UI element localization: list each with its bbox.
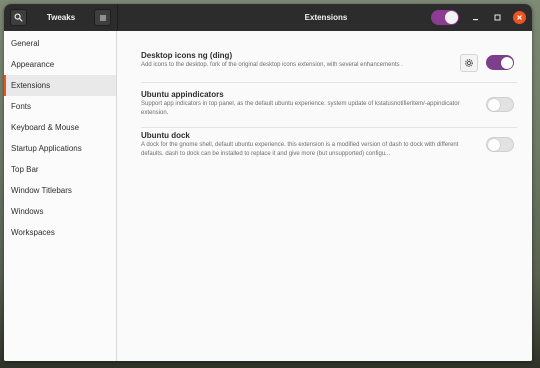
sidebar-item-startup-applications[interactable]: Startup Applications <box>4 138 116 159</box>
sidebar-item-top-bar[interactable]: Top Bar <box>4 159 116 180</box>
extension-description: Support app indicators in top panel, as … <box>141 101 460 116</box>
hamburger-menu-icon <box>99 15 106 20</box>
extension-toggle-appindicators[interactable] <box>486 97 514 112</box>
sidebar-item-windows[interactable]: Windows <box>4 201 116 222</box>
minimize-icon <box>473 19 478 21</box>
extension-name: Desktop icons ng (ding) <box>141 51 233 60</box>
sidebar-item-workspaces[interactable]: Workspaces <box>4 222 116 243</box>
toggle-knob <box>488 98 500 111</box>
extension-row-ubuntu-dock: Ubuntu dock A dock for the gnome shell, … <box>141 131 517 169</box>
switch-knob <box>445 11 458 24</box>
maximize-button[interactable] <box>491 11 504 24</box>
menu-button[interactable] <box>94 9 111 26</box>
extensions-master-switch[interactable] <box>431 10 459 25</box>
search-button[interactable] <box>10 9 27 26</box>
toggle-knob <box>488 138 500 151</box>
sidebar-item-general[interactable]: General <box>4 33 116 54</box>
page-title: Extensions <box>304 13 348 22</box>
toggle-knob <box>501 56 513 69</box>
extension-row-desktop-icons: Desktop icons ng (ding) Add icons to the… <box>141 51 517 83</box>
tweaks-window: Tweaks Extensions General Appearance Ext… <box>4 4 532 361</box>
extension-toggle-ubuntu-dock[interactable] <box>486 137 514 152</box>
extension-description: Add icons to the desktop. fork of the or… <box>141 62 403 68</box>
headerbar-divider <box>117 4 118 31</box>
sidebar-item-keyboard-mouse[interactable]: Keyboard & Mouse <box>4 117 116 138</box>
sidebar-item-extensions[interactable]: Extensions <box>4 75 116 96</box>
app-title: Tweaks <box>46 13 76 22</box>
sidebar-item-window-titlebars[interactable]: Window Titlebars <box>4 180 116 201</box>
sidebar-item-fonts[interactable]: Fonts <box>4 96 116 117</box>
minimize-button[interactable] <box>469 11 482 24</box>
maximize-icon <box>494 14 501 21</box>
search-icon <box>14 13 23 22</box>
extension-settings-button[interactable] <box>460 54 478 72</box>
close-icon <box>517 15 522 20</box>
close-button[interactable] <box>513 11 526 24</box>
extension-name: Ubuntu dock <box>141 131 190 140</box>
extension-row-appindicators: Ubuntu appindicators Support app indicat… <box>141 90 517 128</box>
extension-description: A dock for the gnome shell, default ubun… <box>141 142 459 157</box>
sidebar: General Appearance Extensions Fonts Keyb… <box>4 31 117 361</box>
gear-icon <box>465 59 473 67</box>
extension-toggle-desktop-icons[interactable] <box>486 55 514 70</box>
extensions-list: Desktop icons ng (ding) Add icons to the… <box>117 31 532 361</box>
sidebar-item-appearance[interactable]: Appearance <box>4 54 116 75</box>
headerbar: Tweaks Extensions <box>4 4 532 31</box>
extension-name: Ubuntu appindicators <box>141 90 224 99</box>
